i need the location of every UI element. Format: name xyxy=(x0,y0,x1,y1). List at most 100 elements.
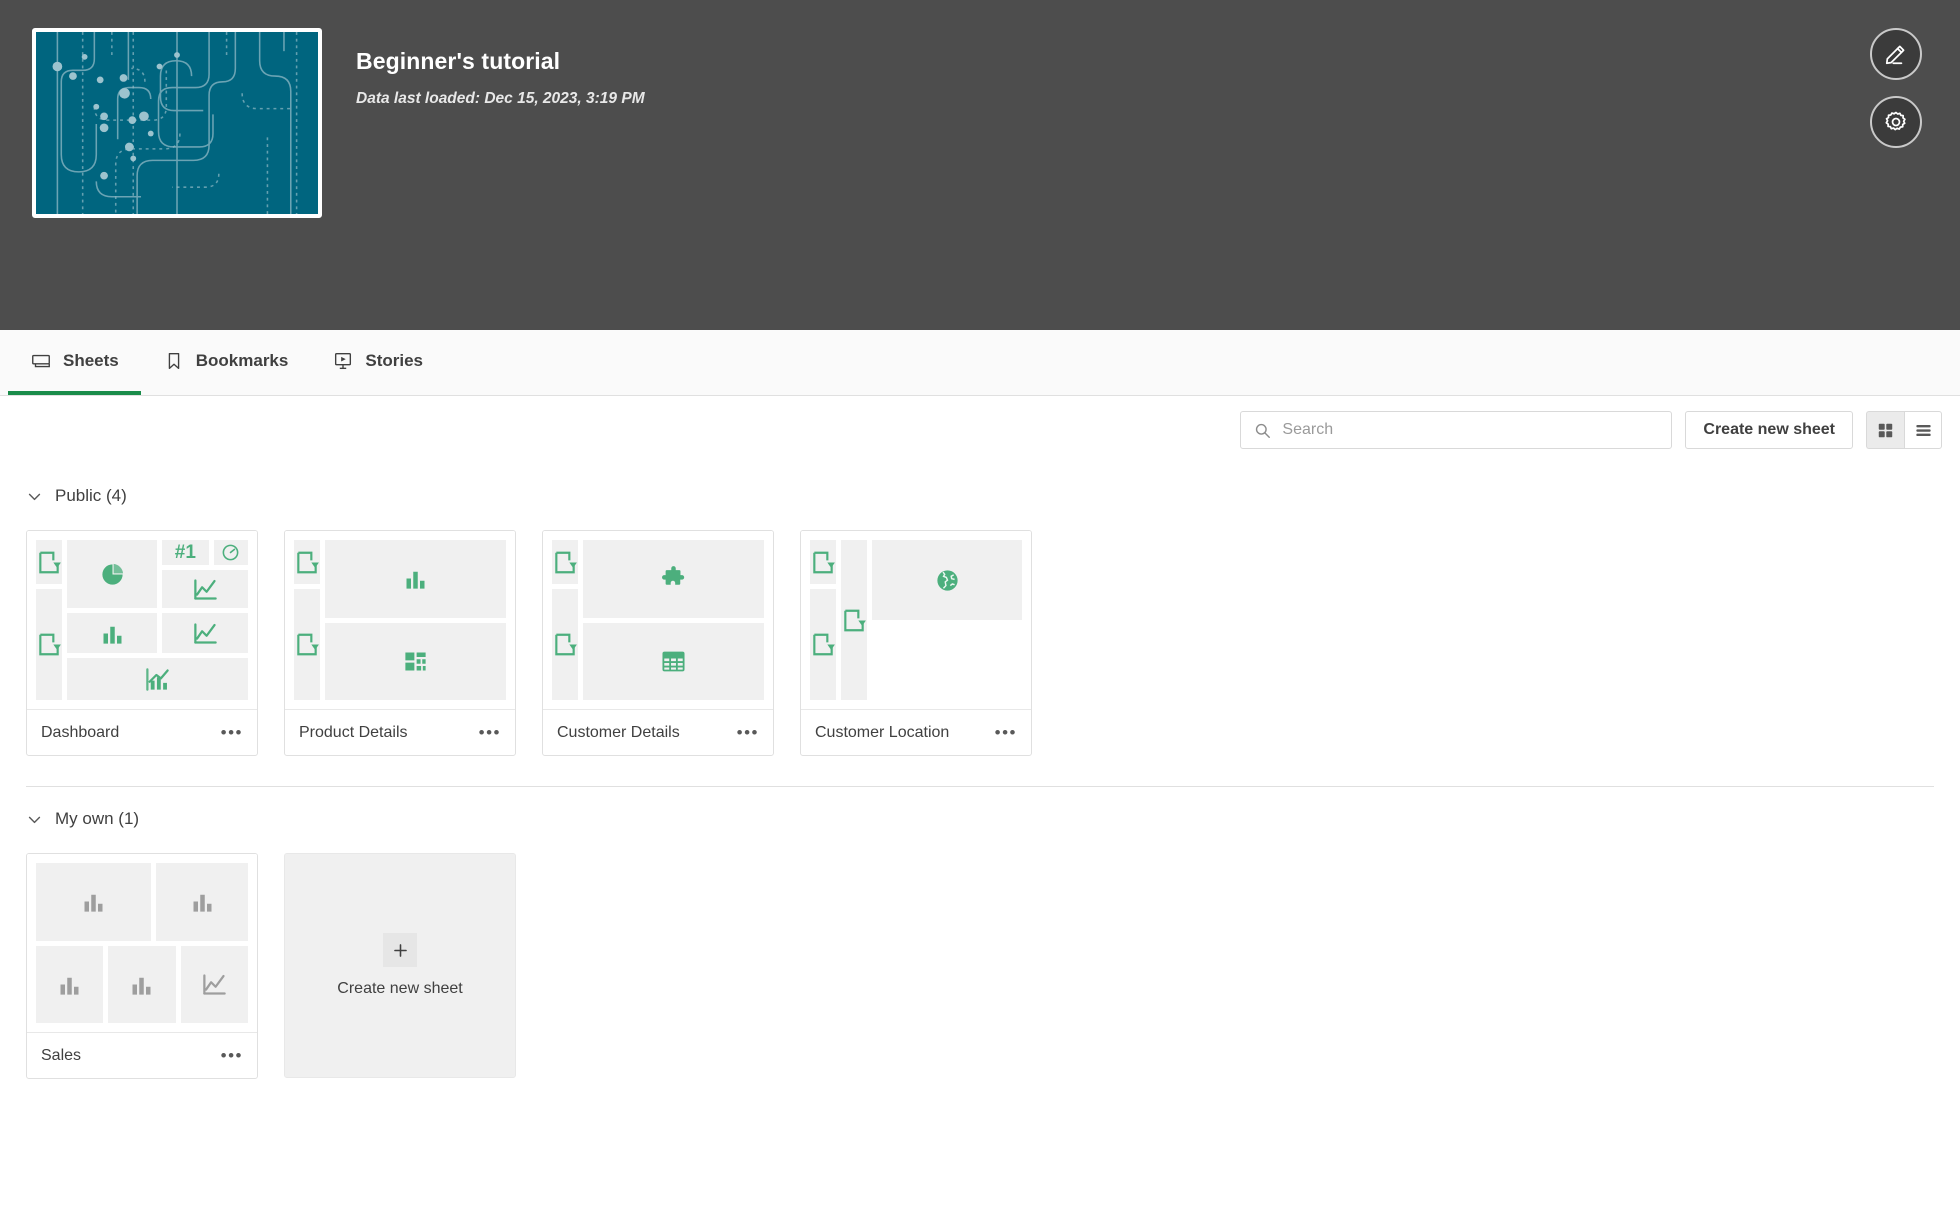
sheet-name: Sales xyxy=(41,1046,82,1064)
filterpane-icon xyxy=(555,633,577,656)
tab-stories[interactable]: Stories xyxy=(310,330,445,395)
sheet-menu-button[interactable]: ••• xyxy=(221,1047,243,1064)
pencil-icon xyxy=(1885,45,1905,65)
sheet-thumbnail-customer-details xyxy=(543,531,773,709)
sheet-label-row: Dashboard ••• xyxy=(27,709,257,755)
sheet-thumbnail-product-details xyxy=(285,531,515,709)
thumb-object-pie-chart xyxy=(67,540,158,608)
sheet-thumbnail-sales xyxy=(27,854,257,1032)
thumb-object-filterpane xyxy=(841,540,867,700)
sheets-content: Public (4) #1 Dashboard ••• Product Deta… xyxy=(0,470,1960,1079)
app-settings-button[interactable] xyxy=(1870,96,1922,148)
sheet-card-sales[interactable]: Sales ••• xyxy=(26,853,258,1079)
line-chart-icon xyxy=(193,622,217,644)
chevron-down-icon xyxy=(28,493,41,500)
thumb-object-filterpane xyxy=(810,589,836,700)
grid-view-button[interactable] xyxy=(1866,411,1904,449)
sheet-thumbnail-customer-location xyxy=(801,531,1031,709)
search-box[interactable] xyxy=(1240,411,1673,449)
tab-bar: Sheets Bookmarks Stories xyxy=(0,330,1960,396)
filterpane-icon xyxy=(555,551,577,573)
thumb-object-filterpane xyxy=(810,540,836,584)
gear-icon xyxy=(1885,111,1906,131)
app-last-loaded: Data last loaded: Dec 15, 2023, 3:19 PM xyxy=(356,90,645,107)
app-header: Beginner's tutorial Data last loaded: De… xyxy=(0,0,1960,330)
filterpane-icon xyxy=(813,633,835,656)
app-thumbnail xyxy=(32,28,322,218)
thumb-object-filterpane xyxy=(552,540,578,584)
thumb-object-table xyxy=(583,622,764,700)
sheet-menu-button[interactable]: ••• xyxy=(479,724,501,741)
thumb-object-line-chart xyxy=(180,945,248,1023)
grid-icon xyxy=(1878,423,1893,437)
tab-stories-label: Stories xyxy=(365,350,423,370)
create-new-sheet-card[interactable]: Create new sheet xyxy=(284,853,516,1078)
sheet-card-customer-location[interactable]: Customer Location ••• xyxy=(800,530,1032,756)
sheet-card-dashboard[interactable]: #1 Dashboard ••• xyxy=(26,530,258,756)
thumb-object-treemap xyxy=(325,622,506,700)
thumb-object-bar-chart xyxy=(36,863,151,941)
extension-icon xyxy=(662,566,685,585)
filterpane-icon xyxy=(844,609,866,631)
sheet-label-row: Customer Details ••• xyxy=(543,709,773,755)
tab-bookmarks[interactable]: Bookmarks xyxy=(141,330,311,395)
filterpane-icon xyxy=(39,551,61,573)
thumb-object-filterpane xyxy=(552,589,578,700)
bar-chart-icon xyxy=(103,626,122,644)
sheet-thumbnail-dashboard: #1 xyxy=(27,531,257,709)
thumb-object-bar-chart xyxy=(325,540,506,618)
section-divider xyxy=(26,786,1934,787)
bar-chart-icon xyxy=(60,977,79,995)
story-icon xyxy=(335,352,352,369)
create-new-sheet-button[interactable]: Create new sheet xyxy=(1685,411,1853,449)
sheet-name: Customer Location xyxy=(815,723,950,741)
line-chart-icon xyxy=(203,974,226,995)
bar-chart-icon xyxy=(406,572,425,589)
map-globe-icon xyxy=(936,569,958,591)
search-icon xyxy=(1256,423,1271,438)
sheet-menu-button[interactable]: ••• xyxy=(995,724,1017,741)
plus-icon-box xyxy=(383,933,417,967)
section-header-public[interactable]: Public (4) xyxy=(26,470,1934,522)
sheet-menu-button[interactable]: ••• xyxy=(221,724,243,741)
section-title-my-own: My own (1) xyxy=(55,809,140,828)
thumb-object-bar-chart xyxy=(108,945,176,1023)
combo-chart-icon xyxy=(146,667,169,691)
filterpane-icon xyxy=(39,633,61,656)
section-title-public: Public (4) xyxy=(55,486,127,505)
line-chart-icon xyxy=(193,578,217,600)
sheet-menu-button[interactable]: ••• xyxy=(737,724,759,741)
tab-sheets[interactable]: Sheets xyxy=(8,330,141,395)
section-header-my-own[interactable]: My own (1) xyxy=(26,793,1934,845)
sheet-icon xyxy=(32,354,50,367)
bar-chart-icon xyxy=(132,977,151,995)
thumb-object-extension xyxy=(583,540,764,618)
thumb-object-filterpane xyxy=(36,540,62,584)
table-icon xyxy=(662,651,685,672)
thumb-object-bar-chart xyxy=(156,863,248,941)
view-toggle xyxy=(1866,411,1942,449)
create-new-sheet-card-label: Create new sheet xyxy=(337,980,463,997)
sheet-card-product-details[interactable]: Product Details ••• xyxy=(284,530,516,756)
app-thumbnail-graphic xyxy=(36,32,318,214)
sheet-name: Product Details xyxy=(299,723,408,741)
thumb-object-filterpane xyxy=(294,589,320,700)
tab-sheets-label: Sheets xyxy=(63,350,119,370)
bar-chart-icon xyxy=(84,895,103,912)
plus-icon xyxy=(393,943,407,957)
search-input[interactable] xyxy=(1282,421,1660,439)
thumb-object-filterpane xyxy=(36,589,62,700)
sheet-card-customer-details[interactable]: Customer Details ••• xyxy=(542,530,774,756)
thumb-object-kpi: #1 xyxy=(162,540,209,565)
list-icon xyxy=(1915,424,1931,436)
thumb-object-line-chart xyxy=(162,570,248,608)
my-own-sheet-grid: Sales ••• Create new sheet xyxy=(26,853,1934,1079)
edit-sheet-button[interactable] xyxy=(1870,28,1922,80)
sheet-label-row: Product Details ••• xyxy=(285,709,515,755)
sheet-label-row: Sales ••• xyxy=(27,1032,257,1078)
chevron-down-icon xyxy=(28,816,41,823)
list-view-button[interactable] xyxy=(1904,411,1942,449)
sheet-label-row: Customer Location ••• xyxy=(801,709,1031,755)
bookmark-icon xyxy=(168,352,180,369)
sheet-name: Customer Details xyxy=(557,723,680,741)
